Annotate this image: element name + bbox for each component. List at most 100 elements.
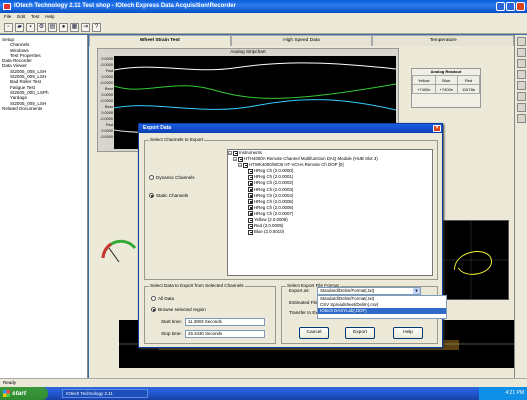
tool-button[interactable] bbox=[517, 92, 526, 101]
dialog-close-icon[interactable]: × bbox=[433, 125, 441, 132]
stop-time-field[interactable]: 26.3430 Seconds bbox=[185, 330, 265, 338]
axis-label: Rear bbox=[104, 87, 113, 91]
export-as-label: Export as: bbox=[289, 288, 310, 293]
new-file-icon[interactable]: ▫ bbox=[4, 22, 13, 32]
tree-channel[interactable]: Blue (2.0.0010) bbox=[228, 229, 432, 235]
maximize-button[interactable] bbox=[506, 2, 515, 11]
axis-label: -0.0000 bbox=[100, 135, 113, 139]
menu-test[interactable]: Test bbox=[31, 13, 39, 21]
taskbar-item[interactable]: IOtech Technology 2.11 bbox=[62, 389, 148, 398]
system-tray: 4:21 PM bbox=[479, 387, 527, 400]
menu-help[interactable]: Help bbox=[45, 13, 54, 21]
status-text: Ready bbox=[3, 380, 17, 385]
export-data-dialog: Export Data × Select Channels to Export … bbox=[138, 123, 447, 348]
strain-trace-green bbox=[114, 83, 396, 99]
tool-button[interactable] bbox=[517, 114, 526, 123]
axis-label: 0.0000 bbox=[101, 93, 113, 97]
title-bar: IOtech Technology 2.11 Test shop - IOtec… bbox=[0, 0, 527, 13]
record-icon[interactable]: ● bbox=[59, 22, 68, 32]
channel-tree[interactable]: − Instruments − HTH4000A Remote Channel Mu… bbox=[227, 149, 433, 276]
open-folder-icon[interactable]: ▰ bbox=[15, 22, 24, 32]
grid-icon[interactable]: ▦ bbox=[70, 22, 79, 32]
export-icon[interactable]: ⇥ bbox=[81, 22, 90, 32]
cancel-button[interactable]: Cancel bbox=[299, 327, 329, 339]
radio-static-channels[interactable]: Static Channels bbox=[149, 193, 188, 198]
stop-time-label: Stop time: bbox=[161, 331, 182, 336]
format-dropdown-list: Standard/Delim/Format(.txt) CSV Spreadsh… bbox=[317, 295, 447, 319]
axis-label: -0.0000 bbox=[100, 63, 113, 67]
readout-header: Red bbox=[457, 75, 480, 85]
close-button[interactable] bbox=[516, 2, 525, 11]
tool-button[interactable] bbox=[517, 48, 526, 57]
start-time-field[interactable]: 11.3903 Seconds bbox=[185, 318, 265, 326]
radio-dynamic-channels[interactable]: Dynamic Channels bbox=[149, 175, 195, 180]
channels-group-label: Select Channels to Export bbox=[149, 137, 205, 142]
start-button[interactable]: start bbox=[0, 387, 48, 400]
tool-button[interactable] bbox=[517, 37, 526, 46]
axis-label: Fwd bbox=[105, 69, 113, 73]
axis-label: 0.0000 bbox=[101, 111, 113, 115]
readout-value: +7400e bbox=[412, 84, 436, 94]
save-icon[interactable]: ▪ bbox=[26, 22, 35, 32]
axis-label: 0.0000 bbox=[101, 75, 113, 79]
tab-strip: Wheel Strain Test High Speed Data Temper… bbox=[89, 35, 515, 46]
taskbar: start IOtech Technology 2.11 4:21 PM bbox=[0, 387, 527, 400]
range-group: Select Data to Export from Selected Chan… bbox=[144, 283, 276, 344]
readout-header: Yellow bbox=[412, 75, 436, 85]
radio-all-data[interactable]: All Data bbox=[151, 296, 174, 301]
strain-trace-white bbox=[114, 62, 396, 71]
tool-button[interactable] bbox=[517, 81, 526, 90]
transfer-label: Transfer to Exc bbox=[289, 310, 320, 315]
chart-icon[interactable]: ▤ bbox=[48, 22, 57, 32]
strip-chart-title: Analog Stripchart bbox=[230, 49, 266, 54]
chevron-down-icon[interactable]: ▼ bbox=[413, 288, 420, 294]
axis-label: 0.0000 bbox=[101, 129, 113, 133]
xy-scope-plot bbox=[434, 220, 509, 300]
help-icon[interactable]: ? bbox=[92, 22, 101, 32]
tab-wheel-strain[interactable]: Wheel Strain Test bbox=[89, 35, 231, 46]
menu-file[interactable]: File bbox=[4, 13, 11, 21]
app-icon bbox=[3, 3, 11, 10]
format-option-selected[interactable]: IOtech DASYLab(.DDF) bbox=[318, 308, 446, 314]
readout-header: Blue bbox=[434, 75, 459, 85]
axis-label: 0.0000 bbox=[101, 57, 113, 61]
dialog-title-bar: Export Data × bbox=[139, 124, 442, 133]
menu-edit[interactable]: Edit bbox=[17, 13, 25, 21]
export-format-select[interactable]: Standard/Delim/Format(.txt) ▼ bbox=[317, 287, 421, 295]
tool-button[interactable] bbox=[517, 70, 526, 79]
gauge-meter bbox=[101, 239, 137, 263]
help-button[interactable]: Help bbox=[393, 327, 423, 339]
axis-label: -0.0000 bbox=[100, 81, 113, 85]
axis-label: Rear bbox=[104, 105, 113, 109]
estimated-size-label: Estimated File bbox=[289, 300, 319, 305]
settings-icon[interactable]: ⚙ bbox=[37, 22, 46, 32]
readout-value: 11578e bbox=[457, 84, 480, 94]
tree-item-related-documents[interactable]: Related Documents bbox=[2, 106, 87, 111]
export-button[interactable]: Export bbox=[345, 327, 375, 339]
readout-table: Yellow Blue Red +7400e +7400e 11578e bbox=[412, 75, 480, 94]
minimize-button[interactable] bbox=[496, 2, 505, 11]
status-bar: Ready bbox=[0, 378, 527, 387]
tab-high-speed[interactable]: High Speed Data bbox=[230, 35, 373, 46]
readout-value: +7400e bbox=[434, 84, 459, 94]
tab-temperature[interactable]: Temperature bbox=[372, 35, 515, 46]
start-label: start bbox=[12, 390, 27, 397]
axis-label: Fwd bbox=[105, 123, 113, 127]
window-title: IOtech Technology 2.11 Test shop - IOtec… bbox=[14, 3, 236, 9]
dialog-title: Export Data bbox=[143, 125, 172, 131]
analog-readout: Analog Readout Yellow Blue Red +7400e +7… bbox=[411, 68, 481, 108]
tool-button[interactable] bbox=[517, 103, 526, 112]
axis-label: -0.0000 bbox=[100, 99, 113, 103]
menu-bar: File Edit Test Help bbox=[0, 13, 527, 21]
radio-browse-region[interactable]: Browse selected region bbox=[151, 307, 206, 312]
right-toolbar bbox=[514, 35, 527, 378]
tool-button[interactable] bbox=[517, 59, 526, 68]
start-time-label: Start time: bbox=[161, 319, 182, 324]
strain-trace-cyan bbox=[114, 99, 396, 111]
axis-label: -0.0000 bbox=[100, 117, 113, 121]
clock: 4:21 PM bbox=[505, 390, 524, 396]
windows-flag-icon bbox=[3, 390, 10, 397]
project-tree: Setup Channels Windows Test Properties D… bbox=[0, 35, 88, 378]
range-group-label: Select Data to Export from Selected Chan… bbox=[149, 283, 245, 288]
toolbar: ▫ ▰ ▪ ⚙ ▤ ● ▦ ⇥ ? bbox=[0, 21, 527, 34]
